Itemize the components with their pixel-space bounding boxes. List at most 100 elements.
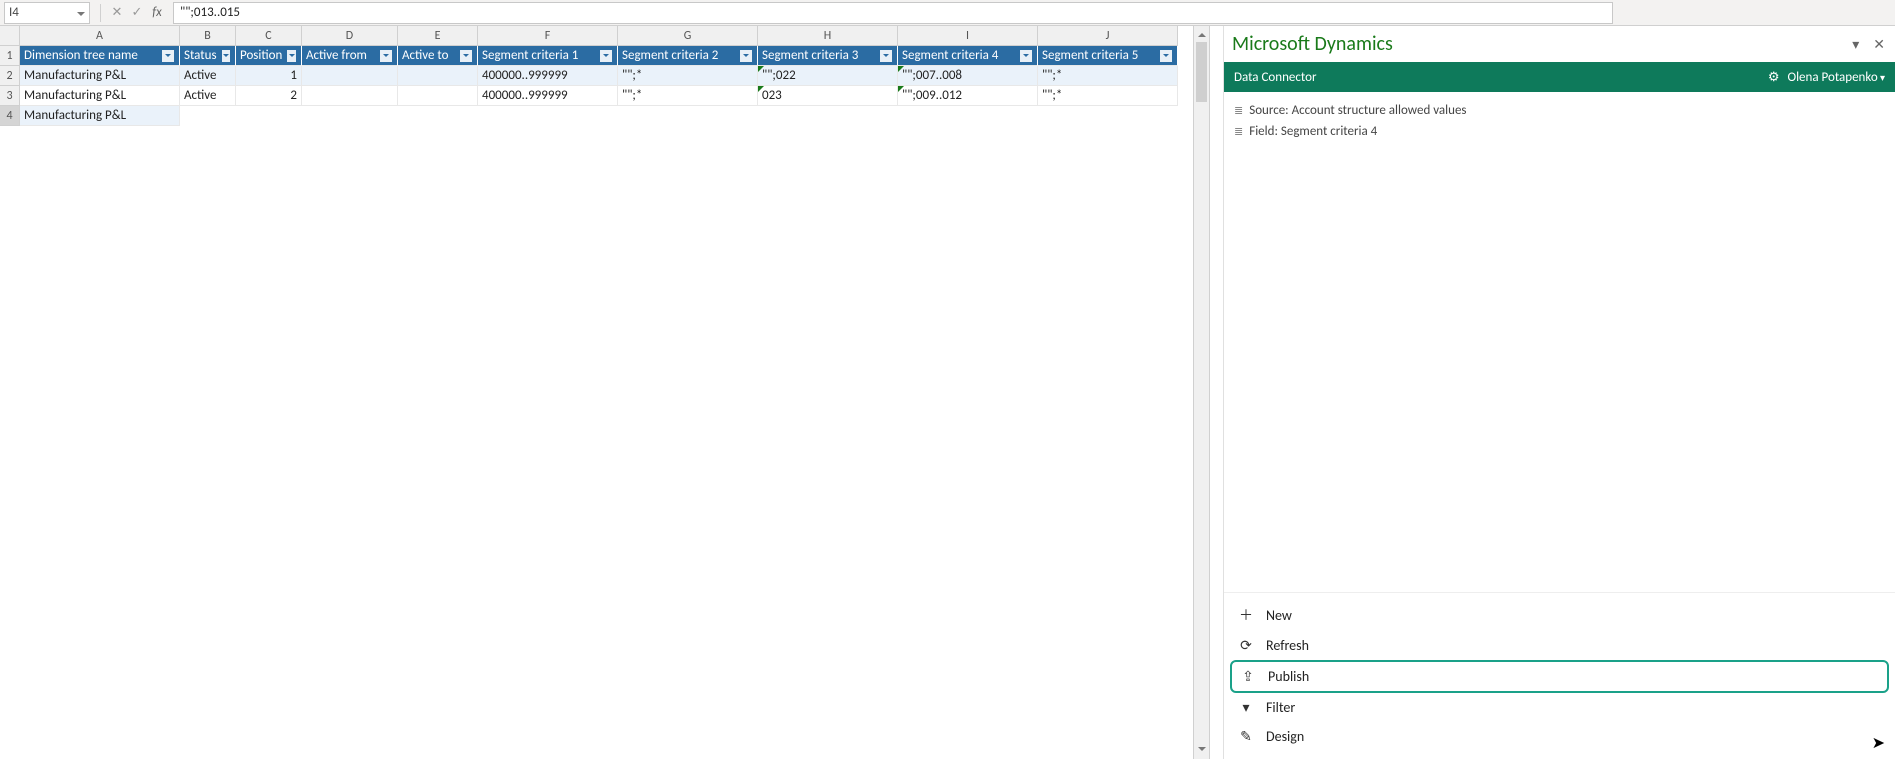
cell-value: "";007..008 (902, 68, 962, 83)
action-design[interactable]: ✎ Design (1230, 722, 1889, 751)
cell-value: 2 (290, 88, 297, 103)
cell[interactable]: "";007..008 (898, 66, 1038, 86)
pane-actions: ＋ New ⟳ Refresh ⇪ Publish ▾ Filter ✎ Des… (1224, 592, 1895, 759)
cancel-formula-icon[interactable]: ✕ (107, 5, 127, 20)
info-line: ≣ Field: Segment criteria 4 (1234, 121, 1885, 142)
table-header[interactable]: Segment criteria 5 (1038, 46, 1178, 66)
info-text: Source: Account structure allowed values (1249, 103, 1466, 118)
column-header[interactable]: G (618, 26, 758, 46)
action-new[interactable]: ＋ New (1230, 599, 1889, 631)
pane-close-icon[interactable]: ✕ (1873, 36, 1885, 53)
filter-dropdown-icon[interactable] (879, 49, 893, 63)
pane-title: Microsoft Dynamics (1232, 32, 1393, 56)
filter-dropdown-icon[interactable] (1019, 49, 1033, 63)
cell-value: "";* (1042, 68, 1062, 83)
cell[interactable]: Active (180, 86, 236, 106)
cell[interactable]: "";* (1038, 66, 1178, 86)
action-refresh[interactable]: ⟳ Refresh (1230, 631, 1889, 660)
refresh-icon: ⟳ (1238, 637, 1254, 654)
formula-input[interactable]: "";013..015 (173, 2, 1613, 24)
filter-dropdown-icon[interactable] (739, 49, 753, 63)
column-header[interactable]: I (898, 26, 1038, 46)
action-publish[interactable]: ⇪ Publish (1230, 660, 1889, 693)
cell[interactable]: Active (180, 66, 236, 86)
action-label: Filter (1266, 699, 1295, 716)
table-header-label: Active from (306, 48, 367, 63)
select-all-corner[interactable] (0, 26, 20, 46)
user-dropdown[interactable]: Olena Potapenko (1787, 70, 1885, 85)
spreadsheet-grid[interactable]: ABCDEFGHIJ 1 Dimension tree name StatusPosi… (0, 26, 1209, 126)
table-header[interactable]: Position (236, 46, 302, 66)
column-header[interactable]: D (302, 26, 398, 46)
formula-value: "";013..015 (180, 5, 240, 20)
cell[interactable] (302, 86, 398, 106)
scroll-up-icon[interactable] (1194, 26, 1209, 42)
filter-dropdown-icon[interactable] (161, 49, 175, 63)
cell[interactable]: Manufacturing P&L (20, 66, 180, 86)
row-header[interactable]: 2 (0, 66, 20, 86)
cell[interactable]: 2 (236, 86, 302, 106)
column-header[interactable]: F (478, 26, 618, 46)
cell[interactable]: 023 (758, 86, 898, 106)
cell[interactable]: Manufacturing P&L (20, 106, 180, 126)
cell[interactable]: 400000..999999 (478, 66, 618, 86)
column-header[interactable]: H (758, 26, 898, 46)
table-header[interactable]: Dimension tree name (20, 46, 180, 66)
cell[interactable]: "";* (1038, 86, 1178, 106)
table-header[interactable]: Segment criteria 2 (618, 46, 758, 66)
cell-value: Manufacturing P&L (24, 108, 126, 123)
filter-dropdown-icon[interactable] (599, 49, 613, 63)
row-header[interactable]: 3 (0, 86, 20, 106)
cell[interactable]: 1 (236, 66, 302, 86)
table-header-label: Segment criteria 1 (482, 48, 578, 63)
row-header[interactable]: 4 (0, 106, 20, 126)
table-header[interactable]: Segment criteria 1 (478, 46, 618, 66)
fx-icon[interactable]: fx (147, 5, 167, 20)
table-header[interactable]: Segment criteria 4 (898, 46, 1038, 66)
separator (100, 4, 101, 22)
cell[interactable]: "";* (618, 86, 758, 106)
table-header[interactable]: Status (180, 46, 236, 66)
cell-value: "";009..012 (902, 88, 962, 103)
cell[interactable]: "";* (618, 66, 758, 86)
cell[interactable]: "";009..012 (898, 86, 1038, 106)
pane-title-bar: Microsoft Dynamics ▾ ✕ (1224, 26, 1895, 62)
plus-icon: ＋ (1238, 605, 1254, 625)
pane-menu-icon[interactable]: ▾ (1852, 36, 1859, 53)
filter-dropdown-icon[interactable] (459, 49, 473, 63)
vertical-scrollbar[interactable] (1193, 26, 1209, 759)
formula-bar: I4 ✕ ✓ fx "";013..015 (0, 0, 1895, 26)
column-header[interactable]: E (398, 26, 478, 46)
cell-value: "";* (622, 88, 642, 103)
cell-value: "";* (622, 68, 642, 83)
cell[interactable] (398, 66, 478, 86)
filter-dropdown-icon[interactable] (221, 49, 231, 63)
cell[interactable]: Manufacturing P&L (20, 86, 180, 106)
table-header-label: Dimension tree name (24, 48, 138, 63)
accept-formula-icon[interactable]: ✓ (127, 5, 147, 20)
column-header[interactable]: J (1038, 26, 1178, 46)
column-header[interactable]: A (20, 26, 180, 46)
column-header[interactable]: B (180, 26, 236, 46)
cell[interactable]: "";022 (758, 66, 898, 86)
column-header[interactable]: C (236, 26, 302, 46)
table-header[interactable]: Segment criteria 3 (758, 46, 898, 66)
name-box[interactable]: I4 (4, 2, 90, 24)
row-header[interactable]: 1 (0, 46, 20, 66)
pane-gap (1210, 26, 1224, 759)
pane-header-bar: Data Connector ⚙ Olena Potapenko (1224, 62, 1895, 92)
filter-dropdown-icon[interactable] (286, 49, 297, 63)
name-box-value: I4 (9, 5, 19, 20)
cell[interactable] (302, 66, 398, 86)
filter-icon: ▾ (1238, 699, 1254, 716)
cell[interactable] (398, 86, 478, 106)
table-header[interactable]: Active from (302, 46, 398, 66)
filter-dropdown-icon[interactable] (1159, 49, 1173, 63)
cell[interactable]: 400000..999999 (478, 86, 618, 106)
table-header[interactable]: Active to (398, 46, 478, 66)
main-area: ABCDEFGHIJ 1 Dimension tree name StatusPosi… (0, 26, 1895, 759)
scroll-thumb[interactable] (1196, 42, 1207, 102)
action-filter[interactable]: ▾ Filter (1230, 693, 1889, 722)
gear-icon[interactable]: ⚙ (1768, 70, 1780, 85)
filter-dropdown-icon[interactable] (379, 49, 393, 63)
